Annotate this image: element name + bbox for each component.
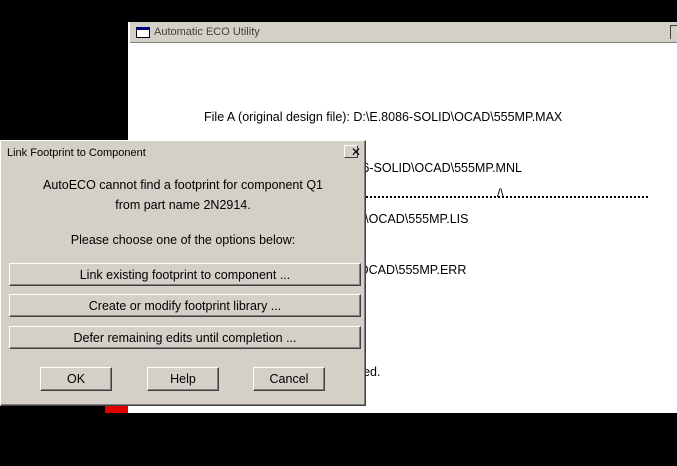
close-icon[interactable]: ✕ xyxy=(344,145,361,158)
dialog-message-line2: from part name 2N2914. xyxy=(115,198,251,212)
eco-window-title: Automatic ECO Utility xyxy=(154,26,260,38)
dialog-titlebar[interactable]: Link Footprint to Component ✕ xyxy=(3,143,362,163)
dialog-title: Link Footprint to Component xyxy=(7,147,146,159)
help-button[interactable]: Help xyxy=(147,367,219,391)
log-line-file-a: File A (original design file): D:\E.8086… xyxy=(204,110,563,124)
cancel-button[interactable]: Cancel xyxy=(253,367,325,391)
progress-marker: /\ xyxy=(497,186,504,200)
create-modify-library-button[interactable]: Create or modify footprint library ... xyxy=(9,294,361,317)
dialog-prompt: Please choose one of the options below: xyxy=(70,233,296,247)
eco-titlebar[interactable]: Automatic ECO Utility xyxy=(130,22,677,43)
dialog-message-line1: AutoECO cannot find a footprint for comp… xyxy=(42,178,324,192)
link-footprint-dialog: Link Footprint to Component ✕ AutoECO ca… xyxy=(0,140,366,406)
defer-edits-button[interactable]: Defer remaining edits until completion .… xyxy=(9,326,361,349)
eco-window-control[interactable] xyxy=(670,25,677,39)
link-existing-footprint-button[interactable]: Link existing footprint to component ... xyxy=(9,263,361,286)
ok-button[interactable]: OK xyxy=(40,367,112,391)
progress-dotted-line xyxy=(362,196,648,199)
window-icon xyxy=(136,26,150,38)
log-line-7: ompleted. xyxy=(204,416,388,430)
